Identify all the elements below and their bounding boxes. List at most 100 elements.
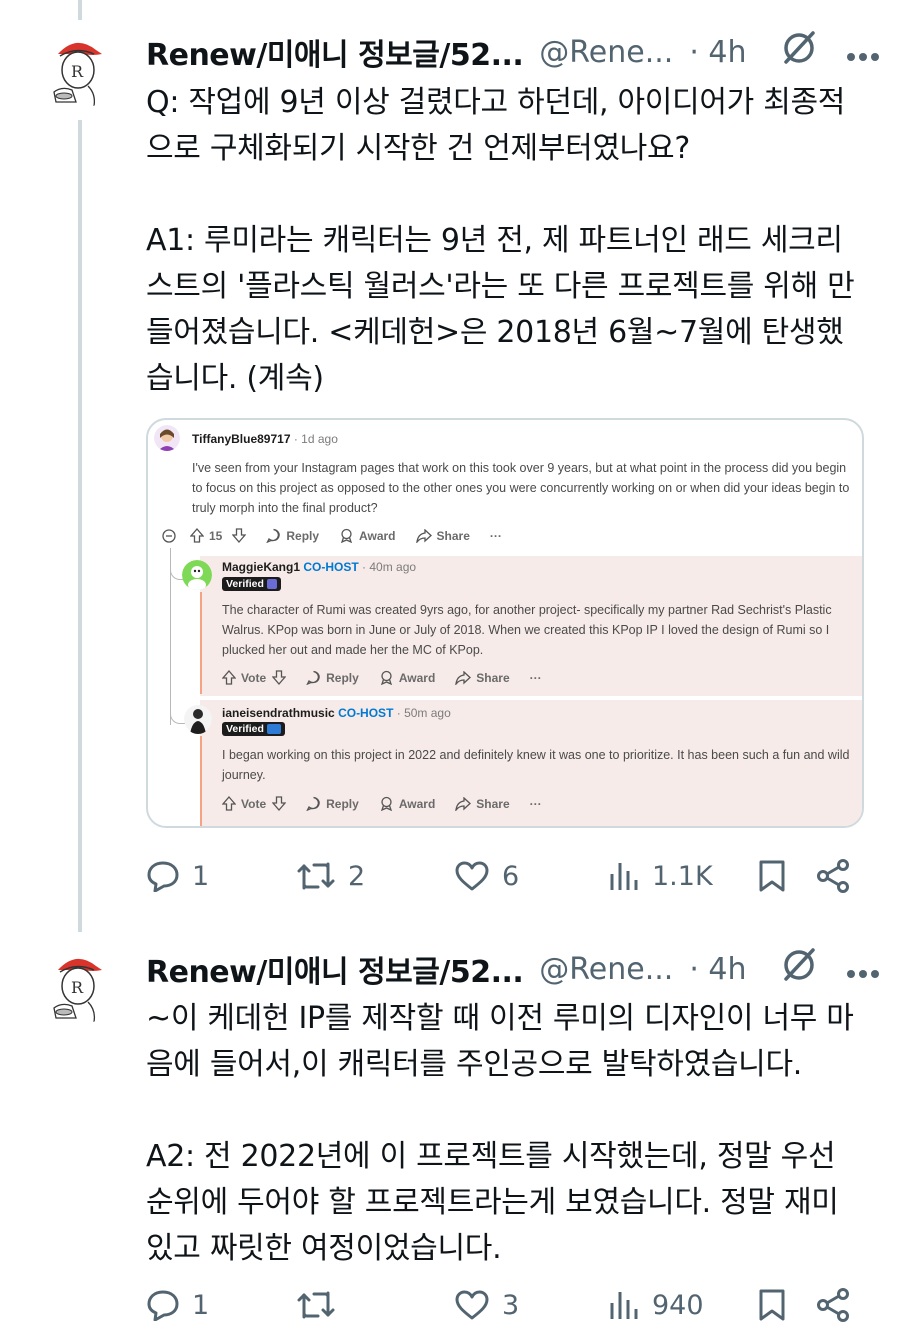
avatar[interactable]: R (36, 30, 116, 110)
award-label: Award (398, 796, 436, 811)
display-name[interactable]: Renew/미애니 정보글/52... (146, 947, 524, 991)
upvote-button[interactable]: Vote (222, 670, 266, 685)
grok-slash-icon[interactable] (780, 946, 818, 992)
avatar (184, 704, 212, 734)
share-icon (817, 859, 849, 893)
repost-icon (297, 862, 335, 890)
svg-text:R: R (71, 62, 84, 81)
reply-button[interactable]: 1 (146, 1289, 296, 1321)
comment-username[interactable]: TiffanyBlue89717 · 1d ago (192, 432, 338, 446)
share-button[interactable]: Share (455, 670, 510, 685)
avatar[interactable]: R (36, 946, 116, 1026)
username[interactable]: ianeisendrathmusic (222, 706, 335, 720)
reply-button[interactable]: Reply (306, 796, 359, 811)
tweet-text: ~이 케데헌 IP를 제작할 때 이전 루미의 디자인이 너무 마 음에 들어서… (146, 1001, 854, 1266)
comment-age: · 50m ago (396, 706, 451, 720)
grok-slash-icon[interactable] (780, 29, 818, 75)
vote-count: 15 (209, 528, 223, 543)
more-icon[interactable]: ··· (490, 529, 502, 543)
like-icon (455, 1290, 489, 1320)
verified-badge: Verified (222, 722, 285, 736)
comment-username[interactable]: ianeisendrathmusic CO-HOST · 50m ago (222, 706, 451, 720)
share-label: Share (476, 670, 510, 685)
reply-icon (147, 861, 179, 892)
like-count: 3 (502, 1289, 520, 1321)
tweet-actions: 1 2 6 1.1K (146, 851, 866, 901)
bookmark-button[interactable] (758, 859, 816, 893)
reply-count: 1 (192, 1289, 210, 1321)
views-button[interactable]: 1.1K (608, 860, 758, 892)
verified-label: Verified (226, 723, 264, 735)
username[interactable]: TiffanyBlue89717 (192, 432, 291, 446)
share-button[interactable] (816, 1288, 850, 1322)
more-icon[interactable] (846, 952, 880, 987)
share-button[interactable]: Share (455, 796, 510, 811)
like-count: 6 (502, 860, 520, 892)
reply-label: Reply (286, 528, 320, 543)
embedded-image[interactable]: TiffanyBlue89717 · 1d ago I've seen from… (146, 418, 864, 828)
view-count: 1.1K (652, 860, 713, 892)
tweet-header: Renew/미애니 정보글/52... @Rene... · 4h (146, 947, 880, 991)
comment-actions: Vote Reply Award Share ··· (222, 796, 562, 811)
bookmark-icon (759, 860, 785, 892)
display-name[interactable]: Renew/미애니 정보글/52... (146, 30, 524, 74)
upvote-button[interactable]: 15 (190, 528, 222, 543)
vote-label: Vote (241, 796, 267, 811)
tweet[interactable]: R Renew/미애니 정보글/52... @Rene... · 4h ~이 케… (0, 920, 900, 1334)
like-button[interactable]: 3 (454, 1289, 608, 1321)
bookmark-button[interactable] (758, 1288, 816, 1322)
handle[interactable]: @Rene... (539, 35, 673, 70)
upvote-button[interactable]: Vote (222, 796, 266, 811)
verified-badge: Verified (222, 577, 281, 591)
comment-username[interactable]: MaggieKang1 CO-HOST · 40m ago (222, 560, 416, 574)
cohost-badge: CO-HOST (303, 560, 359, 574)
award-button[interactable]: Award (339, 528, 396, 543)
more-icon[interactable]: ··· (530, 671, 542, 685)
reply-label: Reply (326, 796, 359, 811)
reply-button[interactable]: 1 (146, 860, 296, 892)
like-button[interactable]: 6 (454, 860, 608, 892)
reply-button[interactable]: Reply (306, 670, 359, 685)
views-icon (610, 1292, 638, 1319)
verified-label: Verified (226, 578, 264, 590)
vote-label: Vote (241, 670, 267, 685)
avatar (182, 560, 212, 590)
more-icon[interactable]: ··· (530, 797, 542, 811)
comment-age: · 1d ago (293, 432, 338, 446)
handle[interactable]: @Rene... (539, 952, 673, 987)
downvote-button[interactable] (272, 670, 287, 685)
repost-icon (297, 1291, 335, 1319)
reply-button[interactable]: Reply (266, 528, 319, 543)
reply-count: 1 (192, 860, 210, 892)
share-label: Share (436, 528, 470, 543)
collapse-icon[interactable] (162, 528, 176, 543)
comment-text: The character of Rumi was created 9yrs a… (222, 603, 832, 657)
avatar (154, 425, 180, 451)
cohost-badge: CO-HOST (338, 706, 394, 720)
username[interactable]: MaggieKang1 (222, 560, 300, 574)
timestamp[interactable]: · 4h (689, 35, 746, 70)
tweet-header: Renew/미애니 정보글/52... @Rene... · 4h (146, 30, 880, 74)
downvote-button[interactable] (272, 796, 287, 811)
award-button[interactable]: Award (379, 670, 435, 685)
tweet-actions: 1 3 940 (146, 1280, 866, 1330)
share-button[interactable]: Share (415, 528, 470, 543)
share-button[interactable] (816, 859, 850, 893)
repost-button[interactable]: 2 (296, 860, 454, 892)
reply-label: Reply (326, 670, 359, 685)
svg-text:R: R (71, 978, 84, 997)
comment-text: I've seen from your Instagram pages that… (192, 461, 850, 515)
comment-text: I began working on this project in 2022 … (222, 748, 850, 782)
comment-actions: 15 Reply Award Share ··· (162, 528, 522, 543)
tweet-text: Q: 작업에 9년 이상 걸렸다고 하던데, 아이디어가 최종적 으로 구체화되… (146, 85, 855, 396)
more-icon[interactable] (846, 35, 880, 70)
repost-button[interactable] (296, 1289, 454, 1321)
views-button[interactable]: 940 (608, 1289, 758, 1321)
like-icon (455, 861, 489, 891)
reply-bar (200, 736, 202, 826)
award-button[interactable]: Award (379, 796, 435, 811)
share-icon (817, 1288, 849, 1322)
timestamp[interactable]: · 4h (689, 952, 746, 987)
downvote-button[interactable] (232, 528, 247, 543)
tweet[interactable]: R Renew/미애니 정보글/52... @Rene... · 4h Q: 작… (0, 0, 900, 920)
